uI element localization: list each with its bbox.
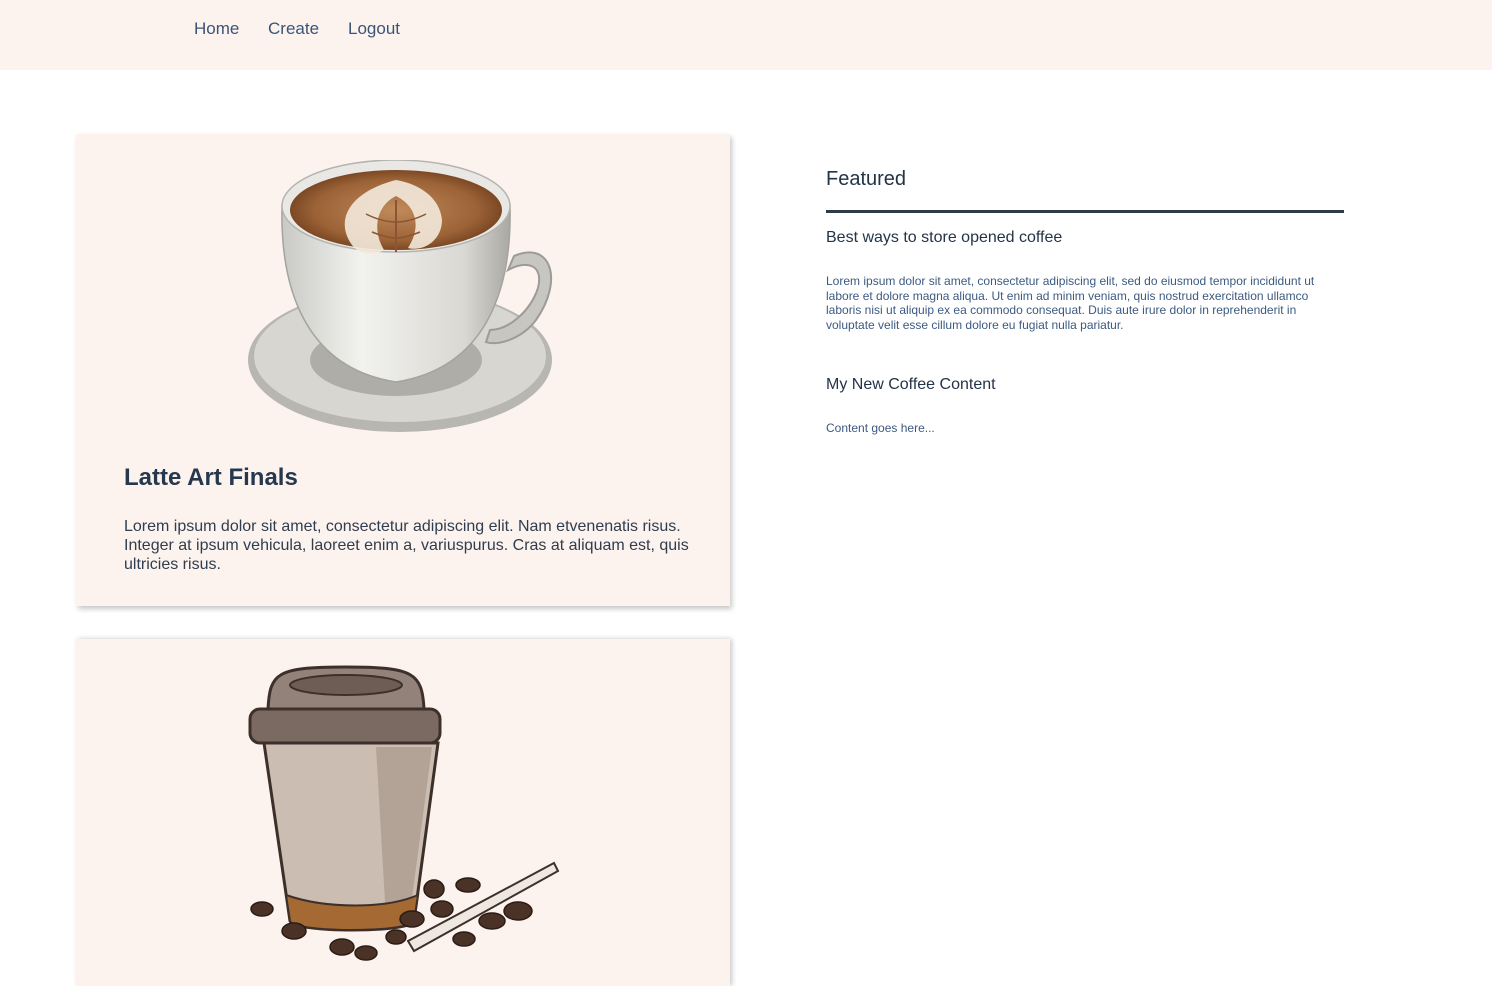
- nav-logout-link[interactable]: Logout: [348, 19, 400, 39]
- post-excerpt: Lorem ipsum dolor sit amet, consectetur …: [124, 518, 689, 573]
- featured-post-title[interactable]: Best ways to store opened coffee: [826, 229, 1062, 247]
- featured-divider: [826, 210, 1344, 213]
- post-card-takeaway-coffee[interactable]: [76, 639, 730, 986]
- featured-post-text: Content goes here...: [826, 421, 935, 435]
- featured-post-text: Lorem ipsum dolor sit amet, consectetur …: [826, 274, 1315, 332]
- top-navigation: Home Create Logout: [0, 0, 1492, 70]
- latte-cup-image: [248, 160, 552, 432]
- post-card-latte-art[interactable]: Latte Art Finals Lorem ipsum dolor sit a…: [76, 134, 730, 606]
- takeaway-cup-image: [248, 665, 560, 961]
- nav-home-link[interactable]: Home: [194, 19, 239, 39]
- featured-heading: Featured: [826, 168, 907, 190]
- featured-post-title[interactable]: My New Coffee Content: [826, 376, 996, 394]
- post-title[interactable]: Latte Art Finals: [124, 464, 298, 492]
- nav-create-link[interactable]: Create: [268, 19, 319, 39]
